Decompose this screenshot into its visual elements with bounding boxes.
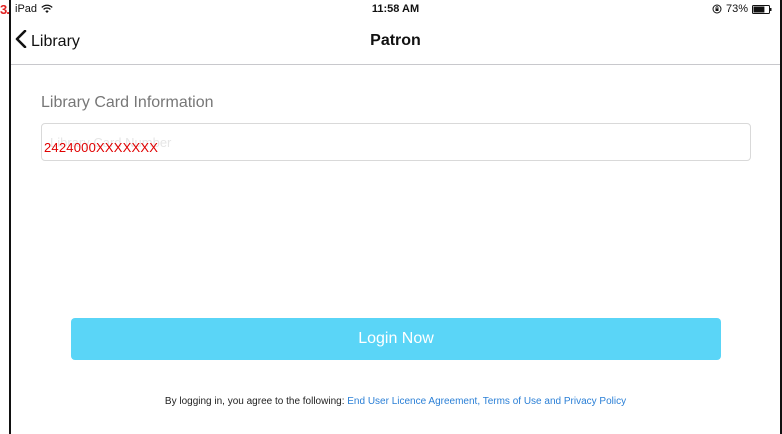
agreement-text: By logging in, you agree to the followin… — [11, 396, 780, 407]
section-title: Library Card Information — [41, 94, 214, 111]
card-number-value: 2424000XXXXXXX — [44, 140, 159, 155]
navigation-bar: Library Patron — [11, 18, 780, 65]
status-bar: iPad 11:58 AM 73% — [11, 0, 780, 18]
status-right: 73% — [712, 3, 772, 15]
battery-icon — [752, 4, 772, 14]
agreement-prefix: By logging in, you agree to the followin… — [164, 396, 348, 407]
ipad-screen: iPad 11:58 AM 73% Library Patron Library… — [11, 0, 780, 434]
terms-link[interactable]: End User Licence Agreement, Terms of Use… — [347, 396, 626, 407]
battery-percent: 73% — [725, 3, 748, 15]
library-card-input[interactable]: Library Card Number 2424000XXXXXXX — [41, 123, 751, 161]
step-annotation-label: 3. — [0, 2, 10, 17]
lock-rotation-icon — [712, 4, 722, 14]
status-time: 11:58 AM — [371, 3, 420, 15]
page-title: Patron — [370, 32, 421, 49]
login-button[interactable]: Login Now — [71, 318, 721, 360]
page: 3. iPad 11:58 AM 73% Library Patron Libr… — [0, 0, 782, 434]
